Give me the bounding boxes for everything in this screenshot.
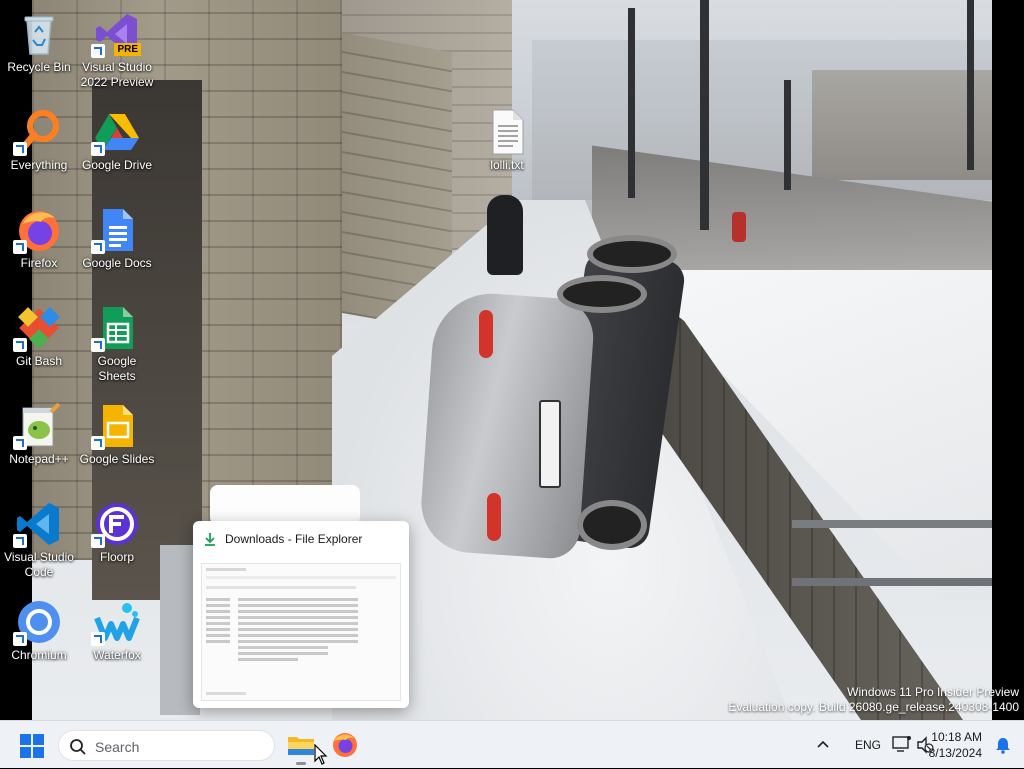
shortcut-arrow-icon bbox=[91, 534, 105, 548]
desktop-icon-google-docs[interactable]: Google Docs bbox=[78, 202, 156, 271]
icon-label: Everything bbox=[10, 158, 68, 172]
icon-label: Chromium bbox=[11, 648, 67, 662]
desktop-icon-google-slides[interactable]: Google Slides bbox=[78, 398, 156, 467]
floorp-icon bbox=[91, 500, 141, 548]
google-drive-icon bbox=[91, 108, 141, 156]
icon-label: Recycle Bin bbox=[7, 60, 71, 74]
taskbar: Search ENG 10:18 AM 8/13/2024 bbox=[0, 720, 1024, 768]
waterfox-icon bbox=[91, 598, 141, 646]
icon-label: Google Docs bbox=[82, 256, 152, 270]
icon-label: Waterfox bbox=[93, 648, 141, 662]
desktop-icon-notepad-plus-plus[interactable]: Notepad++ bbox=[0, 398, 78, 467]
shortcut-arrow-icon bbox=[13, 632, 27, 646]
desktop-icon-google-sheets[interactable]: Google Sheets bbox=[78, 300, 156, 384]
icon-label: Google Sheets bbox=[97, 354, 137, 383]
shortcut-arrow-icon bbox=[13, 436, 27, 450]
everything-search-icon bbox=[13, 108, 63, 156]
windows-watermark: Windows 11 Pro Insider Preview Evaluatio… bbox=[728, 685, 1019, 715]
desktop-icon-lolli-txt[interactable]: lolli.txt bbox=[468, 104, 546, 173]
firefox-icon bbox=[333, 733, 357, 757]
watermark-edition: Windows 11 Pro Insider Preview bbox=[847, 685, 1019, 699]
vscode-icon bbox=[13, 500, 63, 548]
desktop-icon-everything[interactable]: Everything bbox=[0, 104, 78, 173]
show-hidden-icons-chevron-icon[interactable] bbox=[816, 738, 830, 752]
icon-label: Floorp bbox=[99, 550, 134, 564]
shortcut-arrow-icon bbox=[13, 534, 27, 548]
icon-label: Visual Studio 2022 Preview bbox=[80, 60, 154, 89]
text-file-icon bbox=[483, 108, 531, 156]
search-label: Search bbox=[95, 739, 140, 755]
desktop-icon-floorp[interactable]: Floorp bbox=[78, 496, 156, 565]
icon-label: Visual Studio Code bbox=[4, 550, 74, 579]
shortcut-arrow-icon bbox=[91, 142, 105, 156]
shortcut-arrow-icon bbox=[13, 338, 27, 352]
search-icon bbox=[70, 739, 86, 755]
desktop-icon-recycle-bin[interactable]: Recycle Bin bbox=[0, 6, 78, 75]
clock[interactable]: 10:18 AM 8/13/2024 bbox=[929, 729, 982, 761]
desktop-icon-google-drive[interactable]: Google Drive bbox=[78, 104, 156, 173]
display-icon[interactable] bbox=[892, 735, 912, 753]
preview-title: Downloads - File Explorer bbox=[225, 532, 363, 546]
taskbar-search-box[interactable]: Search bbox=[58, 730, 275, 761]
desktop-icon-waterfox[interactable]: Waterfox bbox=[78, 594, 156, 663]
notification-bell-icon[interactable] bbox=[994, 736, 1012, 754]
language-indicator[interactable]: ENG bbox=[855, 738, 881, 752]
file-explorer-thumbnail-preview[interactable]: Downloads - File Explorer bbox=[193, 521, 409, 708]
google-sheets-icon bbox=[91, 304, 141, 352]
icon-label: lolli.txt bbox=[490, 158, 524, 172]
icon-label: Git Bash bbox=[15, 354, 63, 368]
taskbar-file-explorer[interactable] bbox=[285, 729, 317, 765]
icon-label: Google Drive bbox=[81, 158, 153, 172]
shortcut-arrow-icon bbox=[91, 436, 105, 450]
shortcut-arrow-icon bbox=[91, 44, 105, 58]
window-thumbnail bbox=[201, 563, 401, 701]
preview-badge: PRE bbox=[114, 43, 141, 56]
icon-label: Google Slides bbox=[79, 452, 155, 466]
shortcut-arrow-icon bbox=[91, 240, 105, 254]
google-slides-icon bbox=[91, 402, 141, 450]
notepad-plus-plus-icon bbox=[13, 402, 63, 450]
desktop-icon-visual-studio-2022-preview[interactable]: PRE Visual Studio 2022 Preview bbox=[78, 6, 156, 90]
taskbar-firefox[interactable] bbox=[329, 729, 361, 761]
download-icon bbox=[205, 533, 215, 546]
desktop-icon-visual-studio-code[interactable]: Visual Studio Code bbox=[0, 496, 78, 580]
file-explorer-icon bbox=[288, 737, 314, 755]
shortcut-arrow-icon bbox=[13, 142, 27, 156]
mouse-cursor-icon bbox=[314, 744, 328, 765]
clock-date: 8/13/2024 bbox=[928, 746, 982, 760]
running-indicator bbox=[296, 762, 306, 765]
google-docs-icon bbox=[91, 206, 141, 254]
desktop-icon-git-bash[interactable]: Git Bash bbox=[0, 300, 78, 369]
icon-label: Notepad++ bbox=[9, 452, 69, 466]
watermark-build: Evaluation copy. Build 26080.ge_release.… bbox=[728, 700, 1019, 714]
windows-logo-icon bbox=[20, 734, 31, 745]
icon-label: Firefox bbox=[20, 256, 58, 270]
firefox-icon bbox=[13, 206, 63, 254]
shortcut-arrow-icon bbox=[91, 338, 105, 352]
desktop-icon-firefox[interactable]: Firefox bbox=[0, 202, 78, 271]
clock-time: 10:18 AM bbox=[931, 730, 982, 744]
start-button[interactable] bbox=[20, 734, 44, 758]
system-tray: ENG 10:18 AM 8/13/2024 bbox=[784, 721, 1024, 769]
recycle-bin-icon bbox=[15, 10, 63, 58]
visual-studio-icon: PRE bbox=[91, 10, 141, 58]
chromium-icon bbox=[13, 598, 63, 646]
desktop: Recycle Bin PRE Visual Studio 2022 Previ… bbox=[0, 0, 1024, 720]
git-bash-icon bbox=[13, 304, 63, 352]
shortcut-arrow-icon bbox=[91, 632, 105, 646]
desktop-icon-chromium[interactable]: Chromium bbox=[0, 594, 78, 663]
shortcut-arrow-icon bbox=[13, 240, 27, 254]
